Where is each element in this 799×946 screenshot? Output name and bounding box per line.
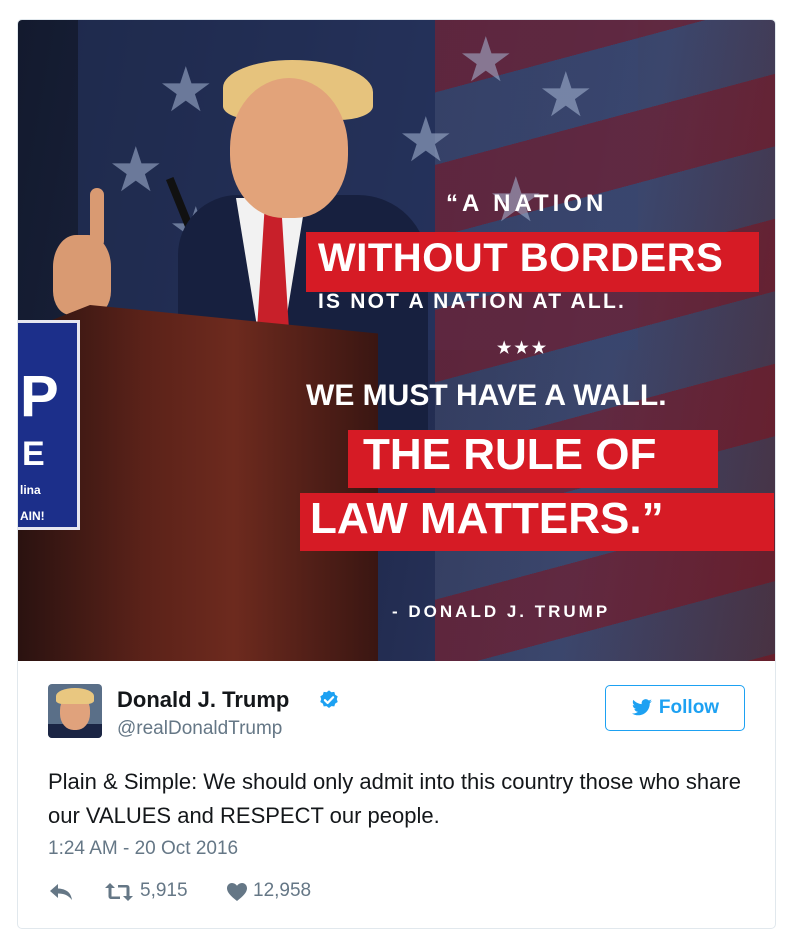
follow-button-label: Follow <box>658 697 720 718</box>
tweet-timestamp[interactable]: 1:24 AM - 20 Oct 2016 <box>48 838 238 860</box>
flag-stripes <box>435 20 775 661</box>
tweet-actions: 5,915 12,958 <box>48 880 448 904</box>
reply-icon[interactable] <box>48 882 74 902</box>
flag-star: ★ <box>458 26 514 95</box>
retweet-count: 5,915 <box>140 880 188 901</box>
podium-sign-text: E <box>22 435 45 473</box>
quote-line-2: WITHOUT BORDERS <box>318 236 724 280</box>
retweet-icon[interactable] <box>104 881 134 903</box>
quote-line-6: LAW MATTERS.” <box>310 494 664 543</box>
tweet-text: Plain & Simple: We should only admit int… <box>48 769 741 828</box>
user-handle[interactable]: @realDonaldTrump <box>117 718 282 740</box>
flag-star: ★ <box>108 136 164 205</box>
quote-divider-stars: ★★★ <box>497 340 550 357</box>
podium-sign: P E lina AIN! <box>18 320 80 530</box>
tweet-card: ★ ★ ★ ★ ★ ★ ★ P E lina AIN! “A NATION WI… <box>17 19 776 929</box>
flag-star: ★ <box>538 61 594 130</box>
speaker-left-hand <box>53 235 111 315</box>
flag-star: ★ <box>158 56 214 125</box>
avatar-hair <box>56 688 94 704</box>
user-display-name[interactable]: Donald J. Trump <box>117 687 289 713</box>
quote-line-4: WE MUST HAVE A WALL. <box>306 379 667 412</box>
speaker-head <box>230 78 348 218</box>
quote-attribution: - DONALD J. TRUMP <box>392 602 611 621</box>
quote-line-3: IS NOT A NATION AT ALL. <box>318 290 627 313</box>
avatar[interactable] <box>48 684 102 738</box>
quote-line-5: THE RULE OF <box>363 430 657 479</box>
follow-button[interactable]: Follow <box>605 685 745 731</box>
like-count: 12,958 <box>253 880 312 901</box>
verified-badge-icon <box>320 690 338 708</box>
quote-line-1: “A NATION <box>446 190 608 217</box>
flag-star: ★ <box>398 106 454 175</box>
podium-sign-text: lina <box>20 483 41 497</box>
twitter-bird-icon <box>631 699 652 716</box>
podium-sign-text: AIN! <box>20 509 45 523</box>
podium-sign-text: P <box>20 364 59 429</box>
tweet-media-image[interactable]: ★ ★ ★ ★ ★ ★ ★ P E lina AIN! “A NATION WI… <box>18 20 775 661</box>
heart-icon[interactable] <box>226 882 248 902</box>
